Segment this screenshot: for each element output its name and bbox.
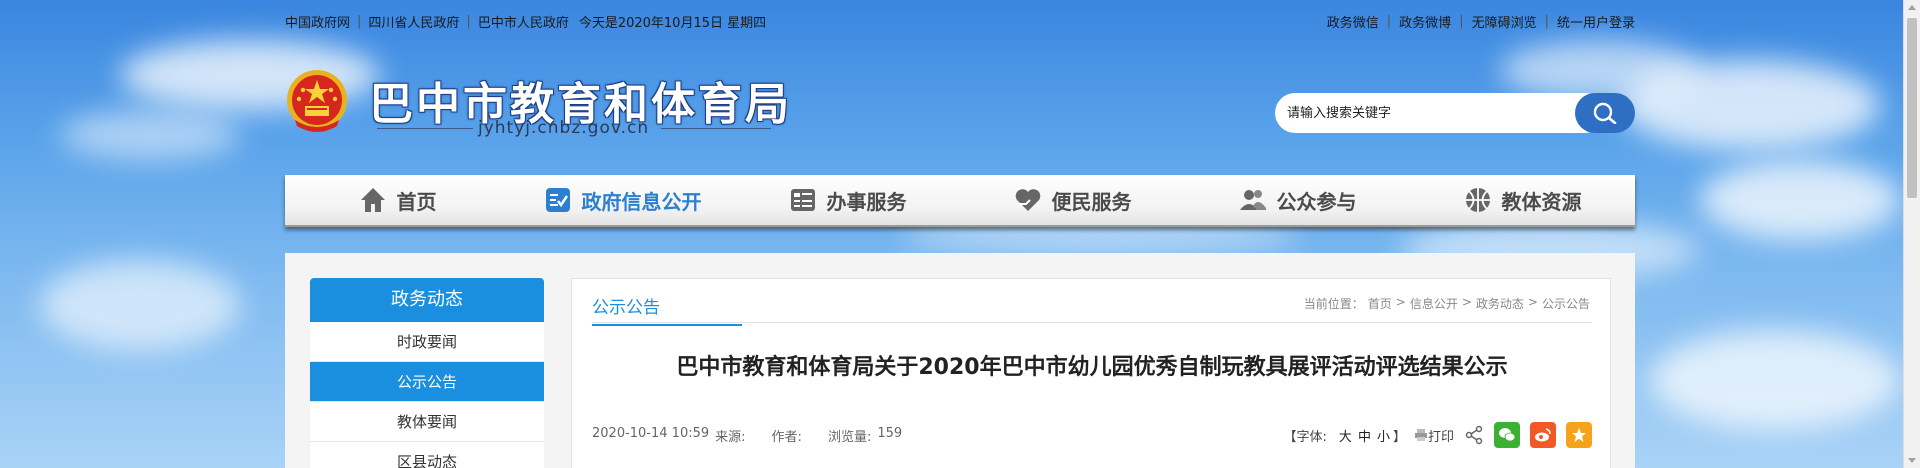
sidebar-heading: 政务动态 — [310, 278, 544, 322]
article-panel: 公示公告 当前位置： 首页 > 信息公开 > 政务动态 > 公示公告 巴中市教育… — [571, 278, 1611, 468]
decorative-line — [661, 128, 771, 129]
share-icon[interactable] — [1464, 425, 1484, 445]
link-unified-login[interactable]: 统一用户登录 — [1557, 12, 1635, 31]
heart-hand-icon — [1015, 189, 1040, 211]
wechat-icon — [1499, 428, 1516, 442]
nav-label: 公众参与 — [1276, 189, 1357, 214]
home-icon — [360, 188, 385, 212]
people-icon — [1239, 190, 1266, 210]
breadcrumb-separator: > — [1527, 295, 1538, 309]
current-date: 今天是2020年10月15日 星期四 — [578, 16, 767, 31]
breadcrumb-home[interactable]: 首页 — [1368, 295, 1392, 312]
author-label: 作者: — [771, 430, 802, 445]
font-label-open: 【字体: — [1283, 429, 1327, 445]
search-button[interactable] — [1575, 93, 1635, 133]
sidebar-item-district-news[interactable]: 区县动态 — [310, 442, 544, 468]
site-logo[interactable]: 巴中市教育和体育局 jyhtyj.cnbz.gov.cn — [285, 68, 805, 146]
nav-home[interactable]: 首页 — [285, 175, 510, 225]
link-china-gov[interactable]: 中国政府网 — [285, 12, 350, 31]
nav-info-public[interactable]: 政府信息公开 — [510, 175, 735, 225]
breadcrumb-announcements[interactable]: 公示公告 — [1542, 295, 1590, 312]
breadcrumb-separator: > — [1395, 295, 1406, 309]
article-meta: 2020-10-14 10:59 来源: 作者: 浏览量: 159 【字体: 大… — [592, 422, 1592, 448]
service-icon — [790, 189, 815, 211]
star-icon — [1572, 428, 1586, 442]
nav-label: 办事服务 — [826, 189, 907, 214]
nav-convenience[interactable]: 便民服务 — [960, 175, 1185, 225]
nav-label: 政府信息公开 — [581, 189, 702, 214]
national-emblem-icon — [287, 70, 347, 132]
separator: | — [1386, 14, 1392, 29]
link-gov-weibo[interactable]: 政务微博 — [1399, 12, 1451, 31]
meta-info: 2020-10-14 10:59 来源: 作者: 浏览量: 159 — [592, 426, 908, 445]
separator: | — [1459, 14, 1464, 29]
sidebar-item-announcements[interactable]: 公示公告 — [310, 362, 544, 402]
main-nav: 首页 政府信息公开 办事服务 便民服务 公众参与 教体资源 — [285, 175, 1635, 227]
breadcrumb-separator: > — [1461, 295, 1472, 309]
weibo-share-button[interactable] — [1530, 422, 1556, 448]
breadcrumb: 当前位置： 首页 > 信息公开 > 政务动态 > 公示公告 — [1302, 295, 1592, 312]
source-label: 来源: — [715, 430, 746, 445]
font-large-button[interactable]: 大 — [1339, 426, 1352, 445]
section-tab: 公示公告 — [592, 293, 742, 326]
link-bazhong-gov[interactable]: 巴中市人民政府 — [478, 12, 569, 31]
separator: | — [466, 14, 471, 29]
views-count: 159 — [877, 426, 903, 441]
content-panel: 政务动态 时政要闻 公示公告 教体要闻 区县动态 公示公告 当前位置： 首页 >… — [285, 253, 1635, 468]
top-links-right: 政务微信 | 政务微博 | 无障碍浏览 | 统一用户登录 — [1327, 12, 1635, 31]
search-box — [1275, 93, 1635, 133]
views-label: 浏览量: — [827, 430, 872, 445]
wechat-share-button[interactable] — [1494, 422, 1520, 448]
print-label: 打印 — [1427, 429, 1454, 445]
ball-icon — [1465, 188, 1490, 212]
info-public-icon — [545, 188, 570, 212]
breadcrumb-info-public[interactable]: 信息公开 — [1410, 295, 1458, 312]
printer-icon — [1414, 429, 1427, 441]
article-tools: 【字体: 大 中 小 】 打印 — [1284, 422, 1592, 448]
weibo-icon — [1535, 428, 1551, 442]
print-button[interactable]: 打印 — [1414, 426, 1454, 445]
nav-participation[interactable]: 公众参与 — [1185, 175, 1410, 225]
nav-label: 便民服务 — [1051, 189, 1132, 214]
separator: | — [1544, 14, 1549, 29]
scroll-thumb[interactable] — [1907, 18, 1917, 198]
decorative-line — [377, 128, 473, 129]
article-title: 巴中市教育和体育局关于2020年巴中市幼儿园优秀自制玩教具展评活动评选结果公示 — [676, 355, 1508, 380]
font-size-control: 【字体: 大 中 小 】 — [1284, 426, 1406, 445]
breadcrumb-gov-dynamics[interactable]: 政务动态 — [1476, 295, 1524, 312]
font-small-button[interactable]: 小 — [1377, 426, 1390, 445]
page-scrollbar[interactable] — [1903, 0, 1920, 468]
nav-resources[interactable]: 教体资源 — [1410, 175, 1635, 225]
search-input[interactable] — [1275, 93, 1605, 133]
publish-datetime: 2020-10-14 10:59 — [592, 426, 710, 441]
nav-label: 教体资源 — [1501, 189, 1582, 214]
top-bar: 中国政府网 | 四川省人民政府 | 巴中市人民政府 今天是2020年10月15日… — [285, 12, 1635, 31]
link-sichuan-gov[interactable]: 四川省人民政府 — [368, 12, 459, 31]
section-header: 公示公告 当前位置： 首页 > 信息公开 > 政务动态 > 公示公告 — [592, 293, 1592, 326]
sidebar-item-education-news[interactable]: 教体要闻 — [310, 402, 544, 442]
separator: | — [357, 14, 362, 29]
link-gov-wechat[interactable]: 政务微信 — [1327, 12, 1379, 31]
link-accessibility[interactable]: 无障碍浏览 — [1472, 12, 1537, 31]
divider — [592, 322, 1592, 323]
nav-label: 首页 — [396, 189, 437, 214]
font-medium-button[interactable]: 中 — [1358, 426, 1371, 445]
breadcrumb-prefix: 当前位置： — [1303, 297, 1364, 311]
scroll-down-icon[interactable] — [1908, 458, 1916, 463]
favorite-button[interactable] — [1566, 422, 1592, 448]
sidebar-item-news[interactable]: 时政要闻 — [310, 322, 544, 362]
scroll-up-icon[interactable] — [1908, 5, 1916, 10]
sidebar: 政务动态 时政要闻 公示公告 教体要闻 区县动态 — [310, 278, 544, 468]
nav-services[interactable]: 办事服务 — [735, 175, 960, 225]
font-label-close: 】 — [1392, 429, 1406, 445]
search-icon — [1593, 102, 1617, 124]
site-domain: jyhtyj.cnbz.gov.cn — [478, 118, 650, 138]
top-links-left: 中国政府网 | 四川省人民政府 | 巴中市人民政府 今天是2020年10月15日… — [285, 12, 766, 31]
